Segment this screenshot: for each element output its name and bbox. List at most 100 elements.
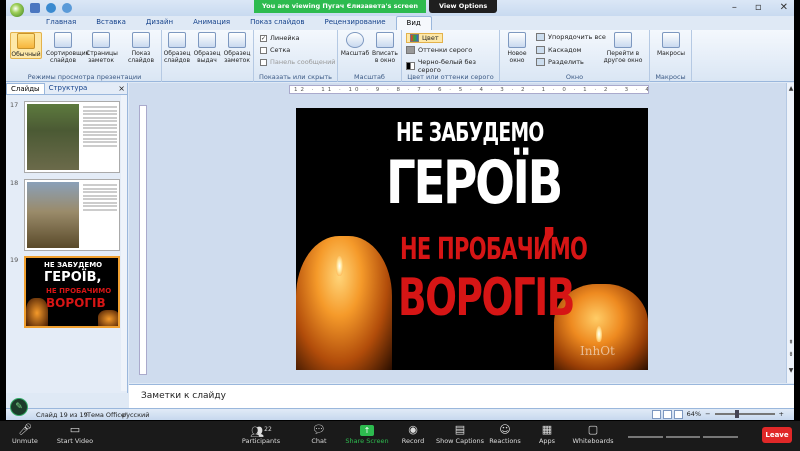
group-show-hide: ✓ Линейка Сетка Панель сообщений Показать… (254, 30, 338, 82)
tab-animation[interactable]: Анимация (183, 16, 240, 30)
flame-left (336, 256, 343, 276)
notes-placeholder[interactable]: Заметки к слайду (141, 391, 226, 401)
color-button[interactable]: Цвет (406, 33, 443, 43)
unmute-button[interactable]: 🎤︎ Unmute (0, 423, 50, 445)
slide-title-line1[interactable]: НЕ ЗАБУДЕМО (396, 118, 544, 148)
record-button[interactable]: ◉ Record (388, 423, 438, 445)
notes-master-button[interactable]: Образец заметок (222, 32, 252, 64)
tab-slideshow[interactable]: Показ слайдов (240, 16, 314, 30)
grayscale-button[interactable]: Оттенки серого (406, 46, 472, 54)
normal-view-icon[interactable] (652, 410, 661, 419)
thumb-line-1: НЕ ЗАБУДЕМО (44, 261, 103, 269)
scroll-up-page-icon[interactable]: ⇞ (787, 339, 794, 346)
zoom-in-icon[interactable]: + (779, 410, 784, 418)
group-label-zoom: Масштаб (354, 73, 385, 81)
slides-pane: Слайды Структура × 17 18 19 НЕ ЗАБУДЕМО … (6, 83, 128, 393)
black-white-button[interactable]: Черно-белый без серого (406, 58, 499, 74)
arrange-all-button[interactable]: Упорядочить все (536, 33, 606, 41)
slides-pane-scrollbar[interactable] (121, 95, 127, 391)
record-icon: ◉ (408, 423, 418, 436)
handout-master-button[interactable]: Образец выдач (192, 32, 222, 64)
group-label-macros: Макросы (655, 73, 686, 81)
start-video-button[interactable]: ▭ Start Video (50, 423, 100, 445)
ruler-checkbox[interactable]: ✓ Линейка (260, 34, 300, 42)
save-icon[interactable] (30, 3, 40, 13)
group-label-show-hide: Показать или скрыть (259, 73, 332, 81)
undo-icon[interactable] (46, 3, 56, 13)
whiteboards-button[interactable]: ▢ Whiteboards (568, 423, 618, 445)
thumb-line-4: ВОРОГІВ (46, 296, 106, 310)
candle-image (26, 298, 48, 326)
tab-outline[interactable]: Структура (45, 83, 92, 94)
fit-window-button[interactable]: Вписать в окно (370, 32, 400, 64)
scroll-up-icon[interactable]: ▲ (787, 85, 794, 92)
slide-number: 19 (10, 256, 19, 264)
ribbon-tabs: Главная Вставка Дизайн Анимация Показ сл… (6, 16, 794, 30)
split-button[interactable]: Разделить (536, 58, 584, 66)
close-icon[interactable]: ✕ (780, 2, 788, 13)
slideshow-view-icon[interactable] (674, 410, 683, 419)
zoom-level[interactable]: 64% (687, 410, 701, 418)
powerpoint-window: erPoint – ▫ ✕ Главная Вставка Дизайн Ани… (6, 0, 794, 420)
sorter-view-button[interactable]: Сортировщик слайдов (46, 32, 89, 64)
new-window-button[interactable]: Новое окно (502, 32, 532, 64)
redo-icon[interactable] (62, 3, 72, 13)
tab-slides[interactable]: Слайды (6, 83, 45, 94)
tab-view[interactable]: Вид (395, 16, 432, 30)
chat-icon: 💬︎ (312, 423, 326, 436)
scroll-down-icon[interactable]: ▼ (787, 367, 794, 374)
zoom-out-icon[interactable]: − (705, 410, 710, 418)
leave-button[interactable]: Leave (762, 427, 792, 443)
viewing-screen-label: You are viewing Пугач Єлизавета's screen (254, 0, 426, 13)
scroll-down-page-icon[interactable]: ⇟ (787, 351, 794, 358)
slide-thumbnail-18[interactable]: 18 (10, 179, 122, 255)
zoom-slider-knob[interactable] (734, 410, 739, 418)
participants-count: 22 (264, 426, 272, 433)
tab-insert[interactable]: Вставка (86, 16, 136, 30)
share-screen-button[interactable]: ↑ Share Screen (342, 423, 392, 445)
message-bar-checkbox[interactable]: Панель сообщений (260, 58, 336, 66)
slide-thumbnail-19[interactable]: 19 НЕ ЗАБУДЕМО ГЕРОЇВ, НЕ ПРОБАЧИМО ВОРО… (10, 256, 122, 332)
group-masters: Образец слайдов Образец выдач Образец за… (162, 30, 254, 82)
annotate-pencil-icon[interactable]: ✎ (10, 398, 28, 416)
tab-review[interactable]: Рецензирование (315, 16, 396, 30)
participants-button[interactable]: 👥︎22 Participants (236, 423, 286, 445)
slide-text-lines (83, 106, 117, 148)
macros-button[interactable]: Макросы (654, 32, 688, 57)
slideshow-view-button[interactable]: Показ слайдов (126, 32, 156, 64)
slide-master-button[interactable]: Образец слайдов (162, 32, 192, 64)
group-zoom: Масштаб Вписать в окно Масштаб (338, 30, 402, 82)
maximize-icon[interactable]: ▫ (755, 2, 762, 13)
notes-page-button[interactable]: Страницы заметок (86, 32, 118, 64)
switch-window-button[interactable]: Перейти в другое окно (600, 32, 646, 64)
office-button-icon[interactable] (10, 3, 24, 17)
grid-checkbox[interactable]: Сетка (260, 46, 290, 54)
sorter-view-icon[interactable] (663, 410, 672, 419)
cascade-button[interactable]: Каскадом (536, 46, 581, 54)
slide-title-line3[interactable]: НЕ ПРОБАЧИМО (400, 232, 588, 267)
slide-title-line2[interactable]: ГЕРОЇВ (386, 152, 563, 214)
apps-button[interactable]: ▦ Apps (522, 423, 572, 445)
slide-text-lines (83, 184, 117, 212)
slide-title-comma: , (540, 192, 559, 248)
language: русский (122, 411, 150, 419)
normal-view-button[interactable]: Обычный (10, 32, 42, 59)
close-pane-icon[interactable]: × (118, 84, 125, 93)
tab-home[interactable]: Главная (36, 16, 86, 30)
slide-title-line4[interactable]: ВОРОГІВ (398, 268, 575, 328)
apps-icon: ▦ (541, 423, 553, 436)
chat-button[interactable]: 💬︎ Chat (294, 423, 344, 445)
main-vertical-scrollbar[interactable]: ▲ ⇞ ⇟ ▼ (786, 83, 794, 383)
tab-design[interactable]: Дизайн (136, 16, 183, 30)
show-captions-button[interactable]: ▤ Show Captions (434, 423, 486, 445)
slide-editing-area: 12 · 11 · 10 · 9 · 8 · 7 · 6 · 5 · 4 · 3… (129, 83, 794, 383)
minimize-icon[interactable]: – (732, 2, 737, 13)
slide-thumbnail-17[interactable]: 17 (10, 101, 122, 177)
current-slide[interactable]: НЕ ЗАБУДЕМО ГЕРОЇВ , НЕ ПРОБАЧИМО ВОРОГІ… (296, 108, 648, 370)
window-controls: – ▫ ✕ (732, 2, 788, 13)
view-options-button[interactable]: View Options (428, 0, 498, 13)
zoom-slider[interactable] (714, 410, 775, 418)
zoom-button[interactable]: Масштаб (340, 32, 370, 57)
notes-pane[interactable]: Заметки к слайду (129, 384, 794, 408)
flame-right (596, 326, 602, 342)
